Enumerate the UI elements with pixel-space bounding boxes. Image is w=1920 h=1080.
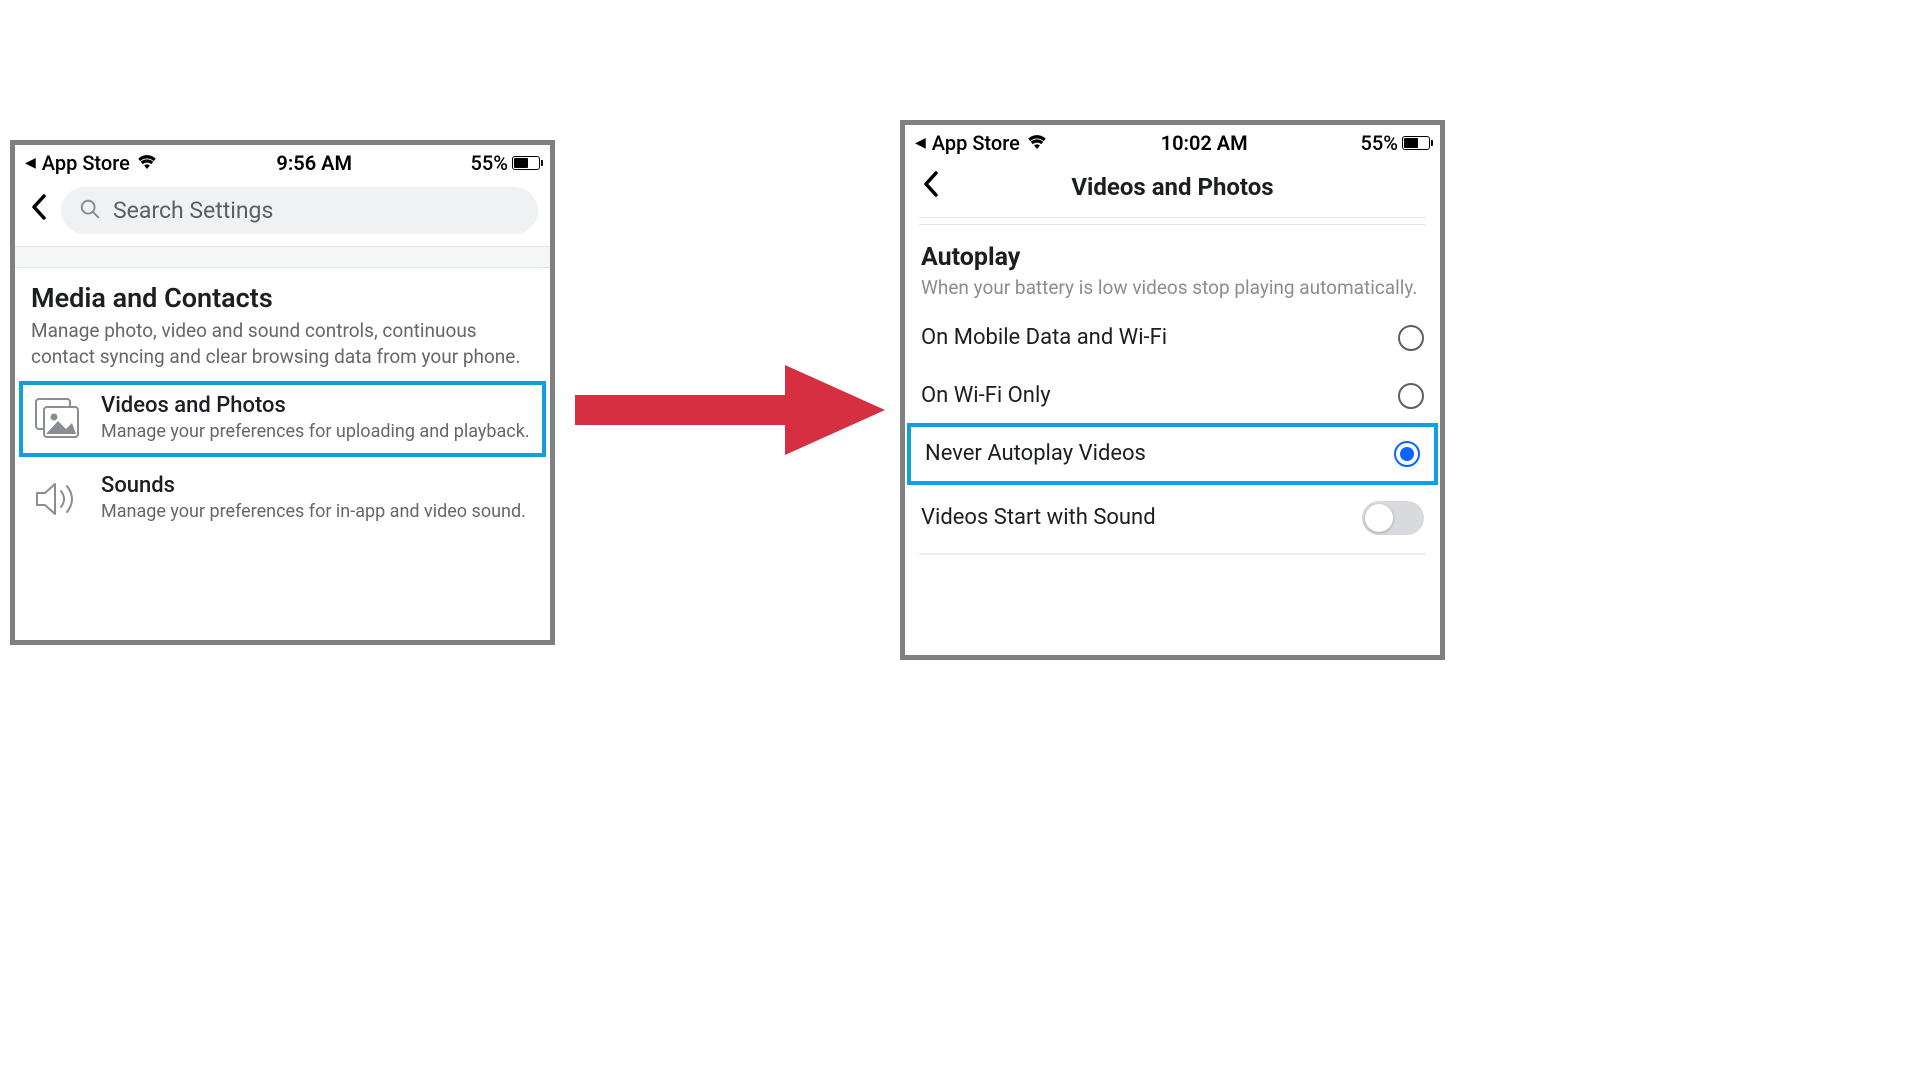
search-placeholder: Search Settings (113, 197, 273, 224)
status-left: ◀ App Store (915, 131, 1048, 155)
separator (919, 553, 1426, 555)
toggle-label: Videos Start with Sound (921, 505, 1156, 530)
section-description: Manage photo, video and sound controls, … (31, 318, 534, 369)
settings-screen-left: ◀ App Store 9:56 AM 55% Search Settings … (10, 140, 555, 645)
setting-item-desc: Manage your preferences for uploading an… (101, 420, 530, 443)
toggle-videos-sound[interactable]: Videos Start with Sound (905, 483, 1440, 553)
group-description: When your battery is low videos stop pla… (921, 276, 1424, 301)
setting-item-desc: Manage your preferences for in-app and v… (101, 500, 526, 523)
setting-item-title: Videos and Photos (101, 393, 530, 418)
battery-icon (1402, 136, 1430, 150)
section-header: Media and Contacts Manage photo, video a… (15, 268, 550, 379)
status-bar: ◀ App Store 10:02 AM 55% (905, 125, 1440, 159)
videos-photos-screen-right: ◀ App Store 10:02 AM 55% Videos and Phot… (900, 120, 1445, 660)
arrow-icon (565, 350, 895, 470)
section-title: Media and Contacts (31, 282, 534, 314)
wifi-icon (1026, 133, 1048, 154)
radio-icon (1398, 325, 1424, 351)
setting-text: Videos and Photos Manage your preference… (101, 393, 530, 443)
battery-icon (512, 156, 540, 170)
status-right: 55% (471, 151, 540, 175)
sound-icon (31, 473, 83, 525)
page-header: Videos and Photos (905, 159, 1440, 217)
setting-item-videos-photos[interactable]: Videos and Photos Manage your preference… (19, 381, 546, 457)
option-wifi-only[interactable]: On Wi-Fi Only (905, 367, 1440, 425)
setting-item-sounds[interactable]: Sounds Manage your preferences for in-ap… (15, 459, 550, 539)
status-time: 10:02 AM (1161, 131, 1248, 155)
search-input[interactable]: Search Settings (61, 187, 538, 234)
group-title: Autoplay (921, 243, 1424, 272)
status-right: 55% (1361, 131, 1430, 155)
back-button[interactable] (919, 170, 943, 205)
status-time: 9:56 AM (276, 151, 352, 175)
back-to-app-label[interactable]: App Store (42, 151, 130, 175)
toggle-switch[interactable] (1362, 501, 1424, 535)
battery-percent: 55% (1361, 131, 1398, 155)
search-header: Search Settings (15, 179, 550, 246)
wifi-icon (136, 153, 158, 174)
option-mobile-wifi[interactable]: On Mobile Data and Wi-Fi (905, 309, 1440, 367)
option-label: On Wi-Fi Only (921, 383, 1051, 408)
back-to-app-arrow-icon[interactable]: ◀ (25, 155, 36, 171)
section-separator (15, 246, 550, 268)
battery-percent: 55% (471, 151, 508, 175)
back-to-app-arrow-icon[interactable]: ◀ (915, 135, 926, 151)
setting-text: Sounds Manage your preferences for in-ap… (101, 473, 526, 523)
option-never-autoplay[interactable]: Never Autoplay Videos (909, 425, 1436, 483)
radio-icon (1398, 383, 1424, 409)
autoplay-section-header: Autoplay When your battery is low videos… (905, 225, 1440, 309)
radio-selected-icon (1394, 441, 1420, 467)
setting-item-title: Sounds (101, 473, 526, 498)
search-icon (79, 198, 101, 224)
option-label: Never Autoplay Videos (925, 441, 1146, 466)
option-label: On Mobile Data and Wi-Fi (921, 325, 1167, 350)
photos-icon (31, 393, 83, 445)
back-to-app-label[interactable]: App Store (932, 131, 1020, 155)
back-button[interactable] (27, 193, 51, 228)
page-title: Videos and Photos (1071, 173, 1273, 201)
status-bar: ◀ App Store 9:56 AM 55% (15, 145, 550, 179)
status-left: ◀ App Store (25, 151, 158, 175)
